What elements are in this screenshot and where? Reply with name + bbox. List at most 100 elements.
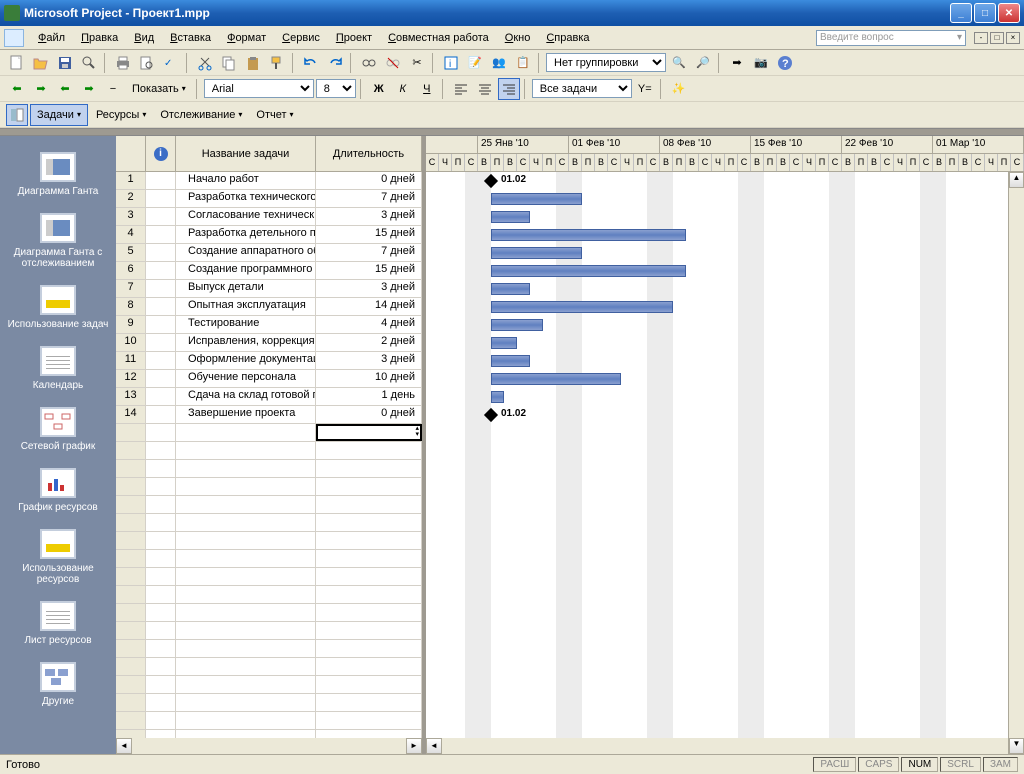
status-text: Готово [6,759,811,771]
table-row[interactable]: 7Выпуск детали3 дней [116,280,422,298]
mdi-close[interactable]: × [1006,32,1020,44]
menu-format[interactable]: Формат [219,30,274,46]
menu-window[interactable]: Окно [497,30,539,46]
app-menu-icon[interactable] [4,29,24,47]
view-resource-usage[interactable]: Использование ресурсов [0,523,116,595]
mdi-minimize[interactable]: - [974,32,988,44]
view-gantt[interactable]: Диаграмма Ганта [0,146,116,207]
zoom-in-icon[interactable]: 🔎 [692,52,714,74]
view-other[interactable]: Другие [0,656,116,717]
cut-icon[interactable] [194,52,216,74]
paste-icon[interactable] [242,52,264,74]
taskpane-icon[interactable] [6,104,28,126]
table-hscroll[interactable]: ◄► [116,738,422,754]
print-preview-icon[interactable] [136,52,158,74]
table-row[interactable]: 13Сдача на склад готовой п1 день [116,388,422,406]
redo-icon[interactable] [324,52,346,74]
link-icon[interactable] [358,52,380,74]
align-left-icon[interactable] [450,78,472,100]
table-row[interactable]: 4Разработка детельного п15 дней [116,226,422,244]
outdent-icon[interactable]: ⬅ [54,78,76,100]
tab-report[interactable]: Отчет ▾ [250,104,299,126]
status-scrl: SCRL [940,757,981,772]
spellcheck-icon[interactable]: ✓ [160,52,182,74]
tab-tracking[interactable]: Отслеживание ▾ [154,104,248,126]
save-icon[interactable] [54,52,76,74]
menu-insert[interactable]: Вставка [162,30,219,46]
info-column-header[interactable]: i [146,136,176,171]
view-task-usage[interactable]: Использование задач [0,279,116,340]
maximize-button[interactable]: □ [974,3,996,23]
app-icon [4,5,20,21]
menu-file[interactable]: Файл [30,30,73,46]
publish-icon[interactable]: 📋 [512,52,534,74]
menu-collab[interactable]: Совместная работа [380,30,497,46]
align-right-icon[interactable] [498,78,520,100]
show-outline-button[interactable]: Показать ▾ [126,78,192,100]
menu-project[interactable]: Проект [328,30,380,46]
copy-icon[interactable] [218,52,240,74]
collapse-icon[interactable]: − [102,78,124,100]
zoom-out-icon[interactable]: 🔍 [668,52,690,74]
table-row[interactable]: 10Исправления, коррекция2 дней [116,334,422,352]
format-painter-icon[interactable] [266,52,288,74]
forward-arrow-icon[interactable]: ➡ [30,78,52,100]
view-tracking-gantt[interactable]: Диаграмма Ганта с отслеживанием [0,207,116,279]
select-all-header[interactable] [116,136,146,171]
view-calendar[interactable]: Календарь [0,340,116,401]
indent-icon[interactable]: ➡ [78,78,100,100]
view-resource-graph[interactable]: График ресурсов [0,462,116,523]
open-icon[interactable] [30,52,52,74]
minimize-button[interactable]: _ [950,3,972,23]
menu-view[interactable]: Вид [126,30,162,46]
task-notes-icon[interactable]: 📝 [464,52,486,74]
print-icon[interactable] [112,52,134,74]
menu-tools[interactable]: Сервис [274,30,328,46]
table-row[interactable]: 1Начало работ0 дней [116,172,422,190]
filter-select[interactable]: Все задачи [532,79,632,98]
name-column-header[interactable]: Название задачи [176,136,316,171]
guide-toolbar: Задачи ▾ Ресурсы ▾ Отслеживание ▾ Отчет … [0,102,1024,128]
table-row[interactable]: 5Создание аппаратного об7 дней [116,244,422,262]
table-row[interactable]: 9Тестирование4 дней [116,316,422,334]
new-icon[interactable] [6,52,28,74]
copy-picture-icon[interactable]: 📷 [750,52,772,74]
table-row[interactable]: 8Опытная эксплуатация14 дней [116,298,422,316]
fontsize-select[interactable]: 8 [316,79,356,98]
mdi-restore[interactable]: □ [990,32,1004,44]
table-row[interactable]: 12Обучение персонала10 дней [116,370,422,388]
wizard-icon[interactable]: ✨ [668,78,690,100]
undo-icon[interactable] [300,52,322,74]
italic-icon[interactable]: К [392,78,414,100]
help-search-input[interactable]: Введите вопрос ▾ [816,30,966,46]
back-arrow-icon[interactable]: ⬅ [6,78,28,100]
align-center-icon[interactable] [474,78,496,100]
split-task-icon[interactable]: ✂ [406,52,428,74]
bold-icon[interactable]: Ж [368,78,390,100]
task-info-icon[interactable]: i [440,52,462,74]
table-row[interactable]: 2Разработка технического7 дней [116,190,422,208]
duration-column-header[interactable]: Длительность [316,136,422,171]
table-row[interactable]: 14Завершение проекта0 дней [116,406,422,424]
menu-help[interactable]: Справка [538,30,597,46]
table-row[interactable]: 11Оформление документац3 дней [116,352,422,370]
gantt-vscroll[interactable]: ▲▼ [1008,172,1024,754]
view-network[interactable]: Сетевой график [0,401,116,462]
grouping-select[interactable]: Нет группировки [546,53,666,72]
gantt-hscroll[interactable]: ◄► [426,738,1024,754]
close-button[interactable]: ✕ [998,3,1020,23]
unlink-icon[interactable] [382,52,404,74]
assign-icon[interactable]: 👥 [488,52,510,74]
help-icon[interactable]: ? [774,52,796,74]
view-resource-sheet[interactable]: Лист ресурсов [0,595,116,656]
goto-task-icon[interactable]: ➡ [726,52,748,74]
autofilter-icon[interactable]: Y= [634,78,656,100]
search-icon[interactable] [78,52,100,74]
menu-edit[interactable]: Правка [73,30,126,46]
table-row[interactable]: 3Согласование техническ3 дней [116,208,422,226]
font-select[interactable]: Arial [204,79,314,98]
tab-tasks[interactable]: Задачи ▾ [30,104,88,126]
tab-resources[interactable]: Ресурсы ▾ [90,104,152,126]
table-row[interactable]: 6Создание программного15 дней [116,262,422,280]
underline-icon[interactable]: Ч [416,78,438,100]
